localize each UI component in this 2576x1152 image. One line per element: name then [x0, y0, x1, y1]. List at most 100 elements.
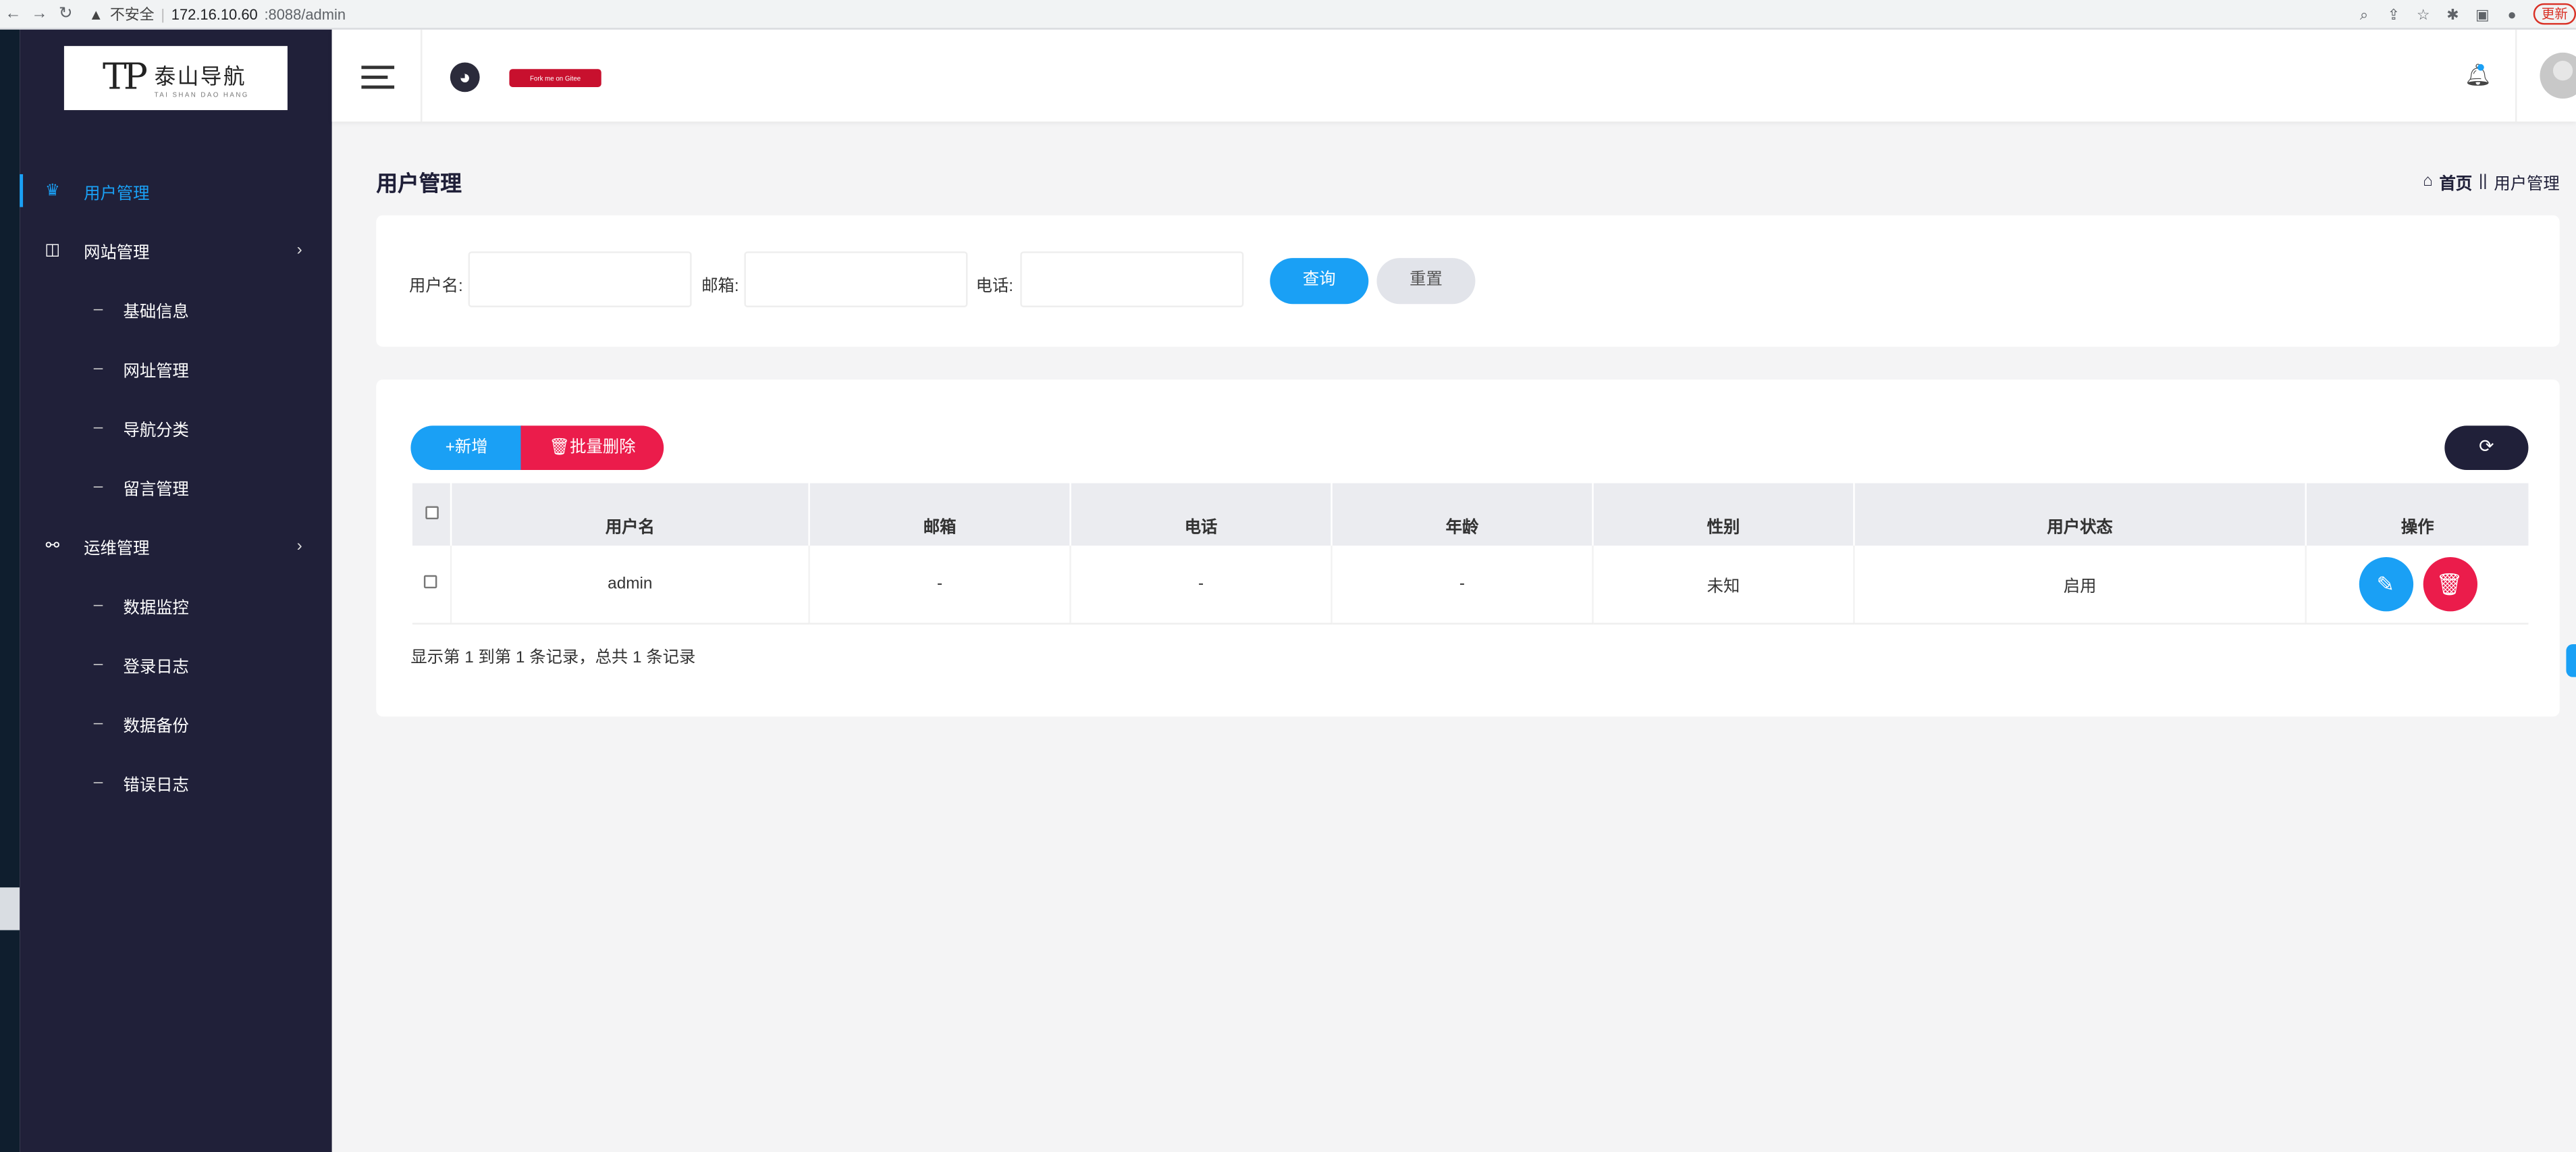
binoculars-icon: ⚯ — [45, 536, 60, 555]
sidebar-subitem-data-monitor[interactable]: – 数据监控 — [20, 575, 331, 635]
home-icon: ⌂ — [2423, 172, 2433, 191]
edit-button[interactable]: ✎ — [2358, 556, 2413, 611]
sidebar-item-label: 错误日志 — [123, 776, 189, 795]
sidebar-item-label: 用户管理 — [84, 184, 150, 203]
breadcrumb-current: 用户管理 — [2494, 176, 2560, 194]
url-rest: :8088/admin — [264, 5, 346, 22]
cell-status: 启用 — [1853, 545, 2306, 624]
sidebar-item-site-management[interactable]: ◫ 网站管理 › — [20, 220, 331, 280]
share-icon[interactable]: ⇪ — [2386, 6, 2402, 22]
phone-label: 电话: — [975, 278, 1014, 296]
sidepanel-icon[interactable]: ▣ — [2474, 6, 2490, 22]
sidebar-subitem-messages[interactable]: – 留言管理 — [20, 457, 331, 517]
query-button[interactable]: 查询 — [1270, 258, 1369, 305]
notification-dot — [2477, 63, 2484, 71]
select-all-checkbox[interactable] — [425, 505, 438, 519]
hamburger-menu-icon[interactable] — [361, 66, 395, 89]
column-header: 年龄 — [1331, 483, 1593, 546]
logo-text: 泰山导航 — [154, 63, 246, 88]
url-host: 172.16.10.60 — [171, 5, 258, 22]
logo-subtext: TAI SHAN DAO HANG — [154, 89, 249, 98]
security-label: 不安全 — [109, 5, 155, 22]
sidebar-item-label: 登录日志 — [123, 658, 189, 677]
search-panel: 用户名: 邮箱: 电话: 查询 重置 — [376, 215, 2560, 347]
sidebar-subitem-url-management[interactable]: – 网址管理 — [20, 338, 331, 398]
chevron-right-icon: › — [296, 536, 302, 555]
table-row: admin - - - 未知 启用 ✎ 🗑︎ — [411, 545, 2529, 624]
column-header: 性别 — [1592, 483, 1854, 546]
update-button[interactable]: 更新 — [2533, 3, 2576, 25]
column-header: 用户名 — [450, 483, 809, 546]
column-header: 电话 — [1069, 483, 1332, 546]
sidebar-item-label: 网站管理 — [84, 244, 150, 263]
cell-gender: 未知 — [1592, 545, 1854, 624]
sidebar-item-label: 运维管理 — [84, 540, 150, 558]
browser-bar: ← → ↻ ▲ 不安全 | 172.16.10.60:8088/admin ⌕ … — [0, 0, 2576, 30]
sidebar-subitem-error-log[interactable]: – 错误日志 — [20, 753, 331, 812]
avatar[interactable] — [2540, 52, 2576, 99]
column-header: 用户状态 — [1853, 483, 2306, 546]
sidebar-item-label: 数据监控 — [123, 599, 189, 617]
top-header: ◕ Fork me on Gitee 🔔︎ — [331, 29, 2576, 122]
cell-phone: - — [1069, 545, 1332, 624]
page-title: 用户管理 — [376, 171, 462, 196]
settings-gear-icon[interactable] — [2566, 644, 2576, 677]
address-bar[interactable]: ▲ 不安全 | 172.16.10.60:8088/admin — [88, 3, 346, 26]
breadcrumb-home[interactable]: 首页 — [2440, 169, 2473, 194]
ribbon-text: Fork me on Gitee — [529, 74, 581, 82]
chevron-right-icon: › — [296, 240, 302, 259]
forward-icon[interactable]: → — [26, 5, 53, 23]
table-panel: +新增 🗑︎批量删除 ⟳ 用户名 邮箱 电话 年龄 性别 用户状态 操作 adm… — [376, 379, 2560, 717]
logo-mark: TP — [102, 57, 148, 99]
sidebar-subitem-data-backup[interactable]: – 数据备份 — [20, 693, 331, 753]
email-label: 邮箱: — [701, 278, 739, 296]
delete-button[interactable]: 🗑︎ — [2422, 556, 2477, 611]
row-checkbox[interactable] — [424, 575, 437, 588]
sidebar-item-label: 数据备份 — [123, 717, 189, 736]
sidebar-item-ops-management[interactable]: ⚯ 运维管理 › — [20, 516, 331, 575]
sidebar-subitem-login-log[interactable]: – 登录日志 — [20, 634, 331, 693]
sidebar-subitem-nav-category[interactable]: – 导航分类 — [20, 398, 331, 457]
cell-actions: ✎ 🗑︎ — [2305, 545, 2529, 624]
email-input[interactable] — [744, 251, 968, 308]
username-label: 用户名: — [408, 278, 463, 296]
username-input[interactable] — [468, 251, 692, 308]
star-icon[interactable]: ☆ — [2415, 6, 2432, 22]
dash-icon: – — [93, 300, 103, 318]
dash-icon: – — [93, 654, 103, 673]
sidebar-subitem-basic-info[interactable]: – 基础信息 — [20, 280, 331, 339]
refresh-icon: ⟳ — [2479, 437, 2494, 457]
sidebar: TP 泰山导航 TAI SHAN DAO HANG ♛ 用户管理 ◫ 网站管理 … — [20, 29, 332, 1152]
fork-gitee-ribbon[interactable]: Fork me on Gitee — [509, 69, 601, 87]
dash-icon: – — [93, 359, 103, 377]
dash-icon: – — [93, 418, 103, 437]
column-header: 操作 — [2305, 483, 2529, 546]
desktop-strip — [0, 29, 20, 1152]
dash-icon: – — [93, 773, 103, 791]
table-header-row: 用户名 邮箱 电话 年龄 性别 用户状态 操作 — [410, 483, 2529, 546]
profile-icon[interactable]: ● — [2504, 6, 2520, 22]
zoom-icon[interactable]: ⌕ — [2356, 6, 2372, 22]
dash-icon: – — [93, 714, 103, 733]
logo[interactable]: TP 泰山导航 TAI SHAN DAO HANG — [63, 46, 288, 111]
batch-delete-label: 批量删除 — [570, 438, 636, 457]
globe-icon[interactable]: ◕ — [450, 62, 480, 93]
reset-button[interactable]: 重置 — [1376, 258, 1476, 305]
batch-delete-button[interactable]: 🗑︎批量删除 — [520, 425, 664, 471]
cell-email: - — [808, 545, 1071, 624]
sidebar-item-user-management[interactable]: ♛ 用户管理 — [20, 161, 331, 221]
row-select-cell — [411, 545, 452, 624]
add-button[interactable]: +新增 — [410, 425, 522, 471]
refresh-button[interactable]: ⟳ — [2444, 425, 2529, 471]
user-table: 用户名 邮箱 电话 年龄 性别 用户状态 操作 admin - - - 未知 启… — [410, 483, 2529, 624]
phone-input[interactable] — [1020, 251, 1244, 308]
edit-icon: ✎ — [2376, 571, 2395, 596]
trash-icon: 🗑︎ — [549, 438, 570, 457]
sidebar-item-label: 网址管理 — [123, 362, 189, 381]
cell-age: - — [1331, 545, 1593, 624]
reload-icon[interactable]: ↻ — [53, 5, 79, 23]
extensions-icon[interactable]: ✱ — [2444, 6, 2461, 22]
sidebar-item-label: 导航分类 — [123, 421, 189, 440]
breadcrumb: ⌂ 首页 || 用户管理 — [2423, 169, 2560, 194]
back-icon[interactable]: ← — [0, 5, 26, 23]
